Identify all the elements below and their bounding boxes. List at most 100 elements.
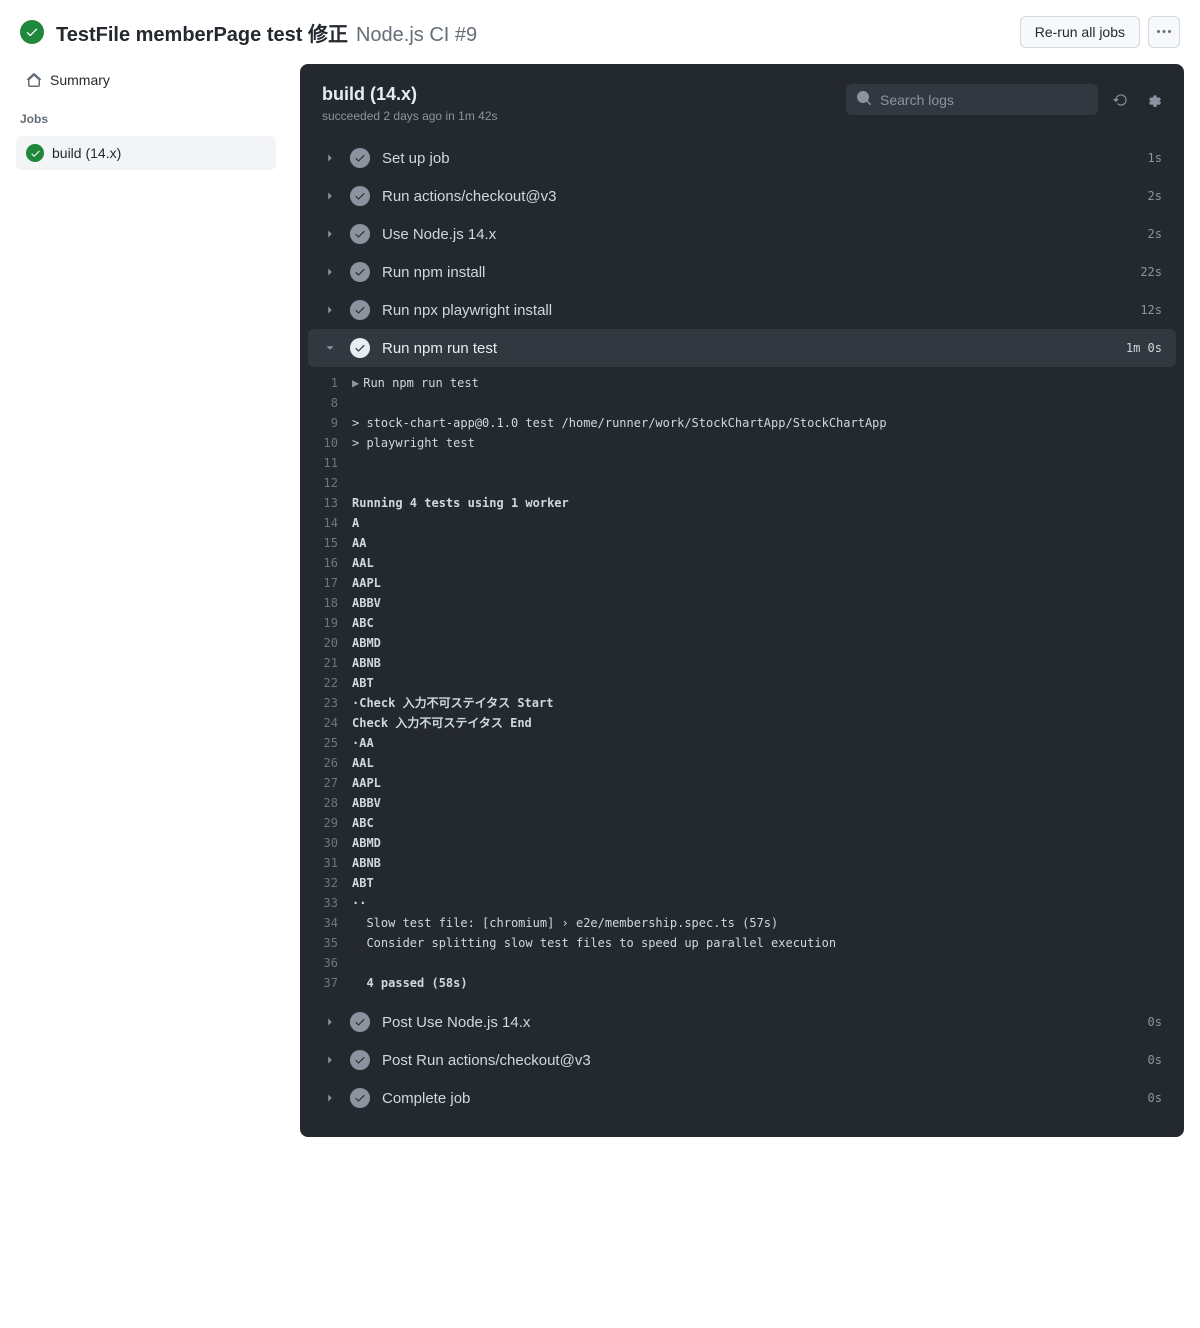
- log-line: 29ABC: [308, 813, 1176, 833]
- log-line-text: Consider splitting slow test files to sp…: [352, 933, 836, 953]
- step-success-icon: [350, 1050, 370, 1070]
- log-line-number: 15: [308, 533, 352, 553]
- log-line: 19ABC: [308, 613, 1176, 633]
- step-toggle-row[interactable]: Run npm install 22s: [308, 253, 1176, 291]
- step-item: Complete job0s: [308, 1079, 1176, 1117]
- page-title: TestFile memberPage test 修正 Node.js CI #…: [56, 18, 477, 47]
- log-line-number: 14: [308, 513, 352, 533]
- log-line-number: 36: [308, 953, 352, 973]
- log-line-number: 23: [308, 693, 352, 713]
- step-item: Run npx playwright install12s: [308, 291, 1176, 329]
- log-line-text: ABC: [352, 613, 374, 633]
- log-line: 25·AA: [308, 733, 1176, 753]
- log-line: 9> stock-chart-app@0.1.0 test /home/runn…: [308, 413, 1176, 433]
- log-line: 20ABMD: [308, 633, 1176, 653]
- step-success-icon: [350, 300, 370, 320]
- step-item: Use Node.js 14.x 2s: [308, 215, 1176, 253]
- chevron-right-icon: [322, 188, 338, 204]
- log-line-text: 4 passed (58s): [352, 973, 468, 993]
- search-logs-input[interactable]: [880, 92, 1088, 108]
- log-line-number: 33: [308, 893, 352, 913]
- step-success-icon: [350, 338, 370, 358]
- home-icon: [26, 72, 42, 88]
- log-line-number: 9: [308, 413, 352, 433]
- log-line-text: ABNB: [352, 853, 381, 873]
- refresh-icon[interactable]: [1112, 91, 1130, 109]
- step-toggle-row[interactable]: Use Node.js 14.x 2s: [308, 215, 1176, 253]
- log-line: 30ABMD: [308, 833, 1176, 853]
- log-line-number: 35: [308, 933, 352, 953]
- step-toggle-row[interactable]: Run npm run test1m 0s: [308, 329, 1176, 367]
- chevron-right-icon: [322, 1090, 338, 1106]
- step-name: Complete job: [382, 1090, 1136, 1107]
- log-line-text: AAPL: [352, 773, 381, 793]
- log-line-text: ABMD: [352, 833, 381, 853]
- log-line[interactable]: 1▶Run npm run test: [308, 373, 1176, 393]
- log-line-text: Slow test file: [chromium] › e2e/members…: [352, 913, 778, 933]
- chevron-right-icon: [322, 226, 338, 242]
- log-line: 14A: [308, 513, 1176, 533]
- step-toggle-row[interactable]: Post Use Node.js 14.x0s: [308, 1003, 1176, 1041]
- chevron-right-icon: [322, 264, 338, 280]
- sidebar-summary-label: Summary: [50, 72, 110, 88]
- step-item: Run actions/checkout@v32s: [308, 177, 1176, 215]
- page-header: TestFile memberPage test 修正 Node.js CI #…: [16, 16, 1184, 64]
- log-line: 12: [308, 473, 1176, 493]
- log-line-text: AAL: [352, 753, 374, 773]
- sidebar-item-summary[interactable]: Summary: [16, 64, 276, 96]
- sidebar-item-job-build[interactable]: build (14.x): [16, 136, 276, 170]
- log-line-text: > playwright test: [352, 433, 475, 453]
- rerun-all-jobs-button[interactable]: Re-run all jobs: [1020, 16, 1140, 48]
- step-name: Set up job: [382, 150, 1136, 167]
- log-line-number: 12: [308, 473, 352, 493]
- log-line-text: ·AA: [352, 733, 374, 753]
- step-toggle-row[interactable]: Run npx playwright install12s: [308, 291, 1176, 329]
- log-line: 18ABBV: [308, 593, 1176, 613]
- log-line-text: AAL: [352, 553, 374, 573]
- search-logs-wrap[interactable]: [846, 84, 1098, 115]
- log-line-number: 22: [308, 673, 352, 693]
- log-line-text: ABMD: [352, 633, 381, 653]
- log-line-number: 13: [308, 493, 352, 513]
- step-toggle-row[interactable]: Run actions/checkout@v32s: [308, 177, 1176, 215]
- step-duration: 12s: [1140, 303, 1162, 317]
- step-duration: 22s: [1140, 265, 1162, 279]
- job-success-icon: [26, 144, 44, 162]
- more-options-button[interactable]: [1148, 16, 1180, 48]
- log-line-text: AAPL: [352, 573, 381, 593]
- step-duration: 2s: [1148, 227, 1162, 241]
- log-line: 33··: [308, 893, 1176, 913]
- chevron-right-icon: [322, 1014, 338, 1030]
- sidebar: Summary Jobs build (14.x): [16, 64, 276, 1137]
- log-line-number: 21: [308, 653, 352, 673]
- step-success-icon: [350, 148, 370, 168]
- step-name: Post Run actions/checkout@v3: [382, 1052, 1136, 1069]
- log-output: 1▶Run npm run test89> stock-chart-app@0.…: [308, 367, 1176, 1003]
- step-toggle-row[interactable]: Complete job0s: [308, 1079, 1176, 1117]
- step-item: Post Use Node.js 14.x0s: [308, 1003, 1176, 1041]
- step-toggle-row[interactable]: Set up job1s: [308, 139, 1176, 177]
- gear-icon[interactable]: [1144, 91, 1162, 109]
- step-name: Use Node.js 14.x: [382, 226, 1136, 243]
- step-toggle-row[interactable]: Post Run actions/checkout@v30s: [308, 1041, 1176, 1079]
- step-name: Post Use Node.js 14.x: [382, 1014, 1136, 1031]
- log-line: 13Running 4 tests using 1 worker: [308, 493, 1176, 513]
- log-line-number: 34: [308, 913, 352, 933]
- title-main: TestFile memberPage test 修正: [56, 18, 348, 47]
- log-line: 26AAL: [308, 753, 1176, 773]
- log-line-number: 37: [308, 973, 352, 993]
- log-line-number: 17: [308, 573, 352, 593]
- step-success-icon: [350, 262, 370, 282]
- step-name: Run npm install: [382, 264, 1128, 281]
- log-line-number: 16: [308, 553, 352, 573]
- log-line-text: ABBV: [352, 593, 381, 613]
- steps-list: Set up job1sRun actions/checkout@v32sUse…: [300, 135, 1184, 1125]
- log-line-number: 1: [308, 373, 352, 393]
- log-line: 37 4 passed (58s): [308, 973, 1176, 993]
- log-line-number: 28: [308, 793, 352, 813]
- log-line-text: ▶Run npm run test: [352, 373, 479, 393]
- log-line: 31ABNB: [308, 853, 1176, 873]
- chevron-right-icon: [322, 302, 338, 318]
- search-icon: [856, 90, 872, 109]
- step-item: Run npm install 22s: [308, 253, 1176, 291]
